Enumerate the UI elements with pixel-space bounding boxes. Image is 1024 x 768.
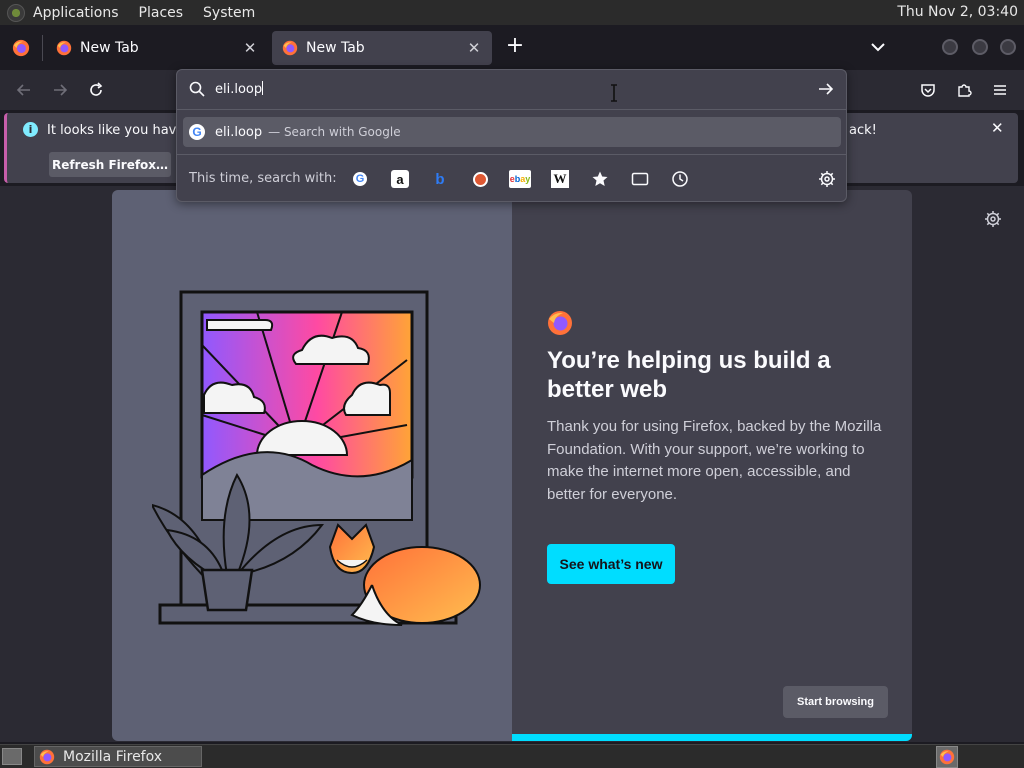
- app-menu-button[interactable]: [987, 78, 1013, 102]
- pocket-button[interactable]: [915, 78, 941, 102]
- illustration-panel: [112, 190, 512, 741]
- onboarding-progress-bar: [512, 734, 912, 741]
- suggestion-action: — Search with Google: [268, 125, 401, 139]
- divider: [177, 109, 846, 110]
- firefox-icon: [56, 40, 72, 56]
- firefox-icon: [282, 40, 298, 56]
- welcome-body: Thank you for using Firefox, backed by t…: [547, 418, 882, 503]
- gear-icon[interactable]: [984, 210, 1002, 228]
- tab-new-tab-1[interactable]: New Tab ✕: [46, 31, 268, 65]
- gnome-logo-icon[interactable]: [7, 3, 25, 22]
- duckduckgo-glyph: [472, 171, 488, 187]
- tab-label: New Tab: [80, 40, 139, 56]
- panel-clock[interactable]: Thu Nov 2, 03:40: [897, 4, 1018, 20]
- duckduckgo-icon[interactable]: [471, 170, 489, 188]
- see-whats-new-button[interactable]: See what’s new: [547, 544, 675, 584]
- tabs-icon[interactable]: [631, 170, 649, 188]
- notification-text-tail: ack!: [849, 123, 877, 138]
- urlbar-input[interactable]: eli.loop: [215, 81, 264, 97]
- wikipedia-icon[interactable]: W: [551, 170, 569, 188]
- google-icon-glyph: G: [353, 172, 367, 186]
- window-fox-illustration: [152, 290, 481, 626]
- bookmarks-icon[interactable]: [591, 170, 609, 188]
- refresh-firefox-button[interactable]: Refresh Firefox…: [49, 152, 171, 177]
- tab-label: New Tab: [306, 40, 365, 56]
- amazon-icon[interactable]: a: [391, 170, 409, 188]
- history-icon[interactable]: [671, 170, 689, 188]
- taskbar-item-label: Mozilla Firefox: [63, 748, 163, 765]
- taskbar-item-firefox[interactable]: Mozilla Firefox: [34, 746, 202, 767]
- arrow-right-icon[interactable]: [817, 81, 835, 97]
- puzzle-icon: [958, 84, 972, 97]
- firefox-icon: [39, 749, 55, 764]
- reload-button[interactable]: [83, 78, 109, 102]
- tab-new-tab-2[interactable]: New Tab ✕: [272, 31, 492, 65]
- system-menu[interactable]: System: [203, 5, 255, 21]
- close-icon[interactable]: ✕: [991, 119, 1004, 137]
- back-button[interactable]: [11, 78, 37, 102]
- close-icon[interactable]: ✕: [462, 39, 486, 57]
- tab-strip: New Tab ✕ New Tab ✕ +: [0, 25, 1024, 70]
- google-icon: G: [189, 124, 205, 140]
- urlbar-value: eli.loop: [215, 82, 263, 97]
- tab-separator: [42, 35, 43, 61]
- tray-firefox-button[interactable]: [936, 746, 958, 768]
- close-window-button[interactable]: [1000, 39, 1016, 55]
- gear-icon[interactable]: [818, 170, 836, 188]
- forward-button[interactable]: [47, 78, 73, 102]
- firefox-icon: [939, 749, 955, 765]
- ebay-icon[interactable]: ebay: [509, 170, 531, 188]
- show-desktop-button[interactable]: [2, 748, 22, 765]
- minimize-button[interactable]: [942, 39, 958, 55]
- hamburger-menu-icon: [994, 85, 1006, 95]
- search-suggestion-row[interactable]: G eli.loop — Search with Google: [183, 117, 841, 147]
- firefox-view-button[interactable]: [0, 25, 42, 70]
- maximize-button[interactable]: [972, 39, 988, 55]
- oneoff-label: This time, search with:: [189, 171, 337, 186]
- start-browsing-button[interactable]: Start browsing: [783, 686, 888, 718]
- bing-icon[interactable]: b: [431, 170, 449, 188]
- amazon-glyph: a: [396, 171, 404, 187]
- firefox-logo-icon: [548, 311, 572, 335]
- search-icon: [189, 81, 205, 97]
- extensions-button[interactable]: [951, 78, 977, 102]
- arrow-left-icon: [16, 84, 30, 96]
- arrow-right-icon: [54, 84, 68, 96]
- bottom-taskbar: Mozilla Firefox: [0, 744, 1024, 768]
- places-menu[interactable]: Places: [139, 5, 184, 21]
- top-panel: Applications Places System Thu Nov 2, 03…: [0, 0, 1024, 25]
- pocket-icon: [921, 84, 935, 97]
- new-tab-button[interactable]: +: [502, 33, 528, 61]
- chevron-down-icon[interactable]: [866, 37, 890, 57]
- ibeam-cursor-icon: [611, 84, 617, 102]
- firefox-icon: [12, 39, 30, 56]
- text-caret: [262, 81, 264, 95]
- close-icon[interactable]: ✕: [238, 39, 262, 57]
- urlbar-panel: eli.loop G eli.loop — Search with Google…: [176, 69, 847, 202]
- divider: [177, 154, 846, 155]
- google-icon[interactable]: G: [351, 170, 369, 188]
- suggestion-text: eli.loop: [215, 124, 263, 140]
- info-icon: i: [23, 122, 38, 137]
- reload-icon: [90, 82, 103, 96]
- welcome-card: You’re helping us build a better web Tha…: [112, 190, 912, 741]
- ebay-glyph-y: y: [525, 174, 531, 184]
- applications-menu[interactable]: Applications: [33, 5, 119, 21]
- welcome-title: You’re helping us build a better web: [547, 347, 831, 403]
